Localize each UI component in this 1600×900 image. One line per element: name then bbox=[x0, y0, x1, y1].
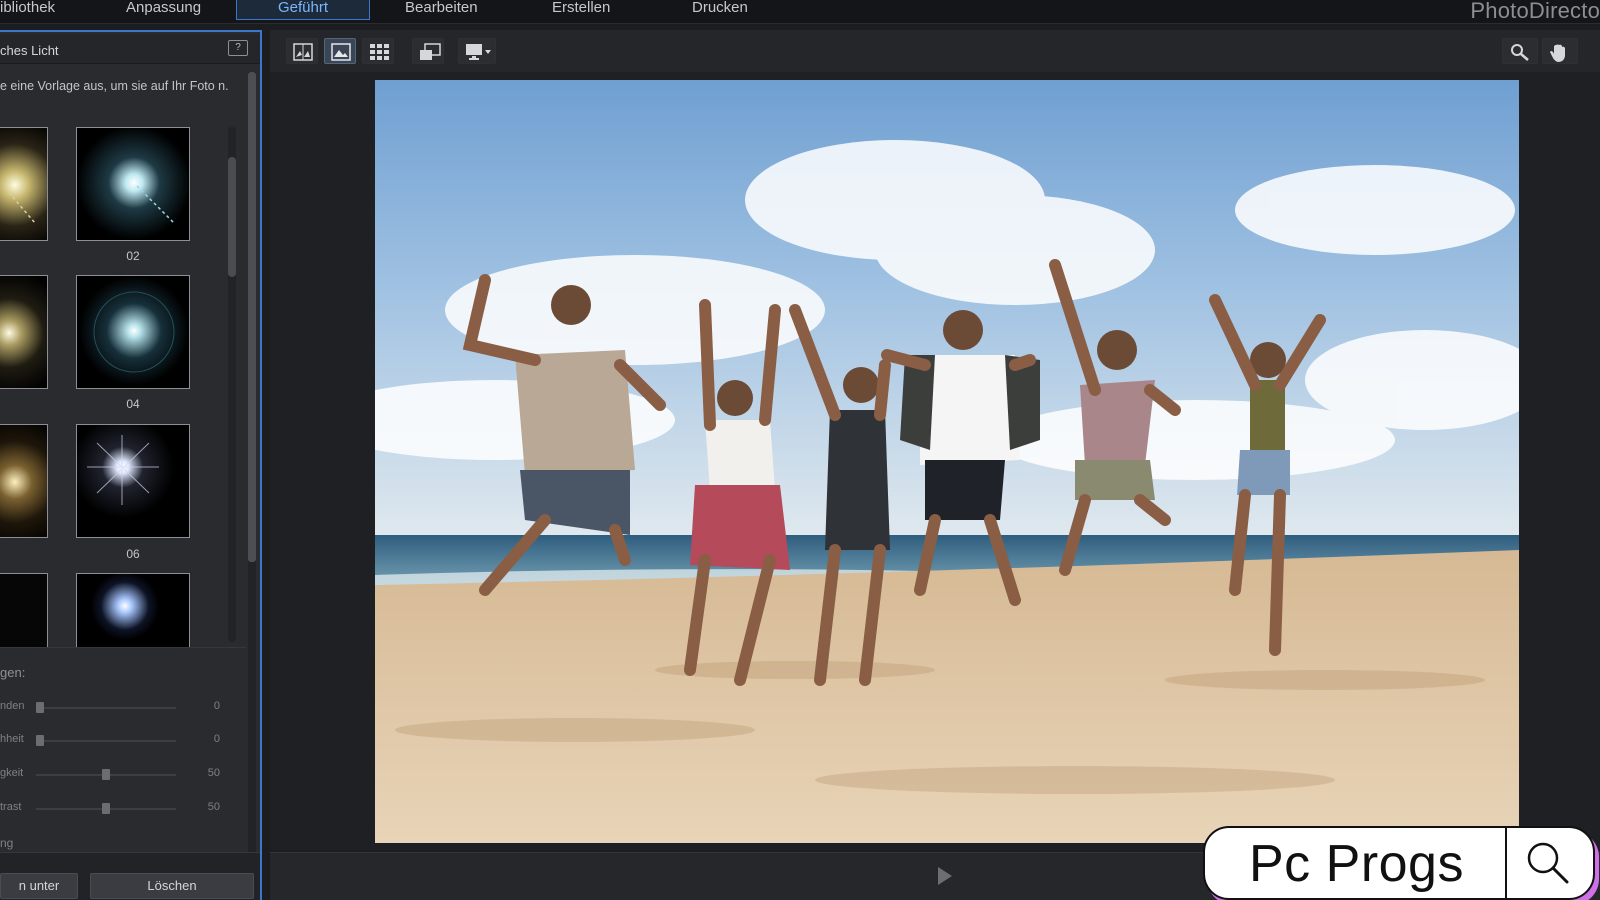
light-flare-icon bbox=[77, 425, 189, 537]
panel-title: ches Licht bbox=[0, 43, 59, 58]
menu-erstellen[interactable]: Erstellen bbox=[552, 0, 632, 20]
slider-label-2: hheit bbox=[0, 733, 24, 745]
hand-pan-icon bbox=[1550, 44, 1565, 62]
slider-row-2: hheit 0 bbox=[0, 731, 246, 751]
adjustments-footer: ng bbox=[0, 836, 14, 850]
help-icon[interactable]: ? bbox=[228, 40, 248, 56]
zoom-button[interactable] bbox=[1502, 38, 1538, 64]
slider-label-3: gkeit bbox=[0, 767, 24, 779]
light-flare-icon bbox=[77, 128, 189, 240]
pc-progs-search-banner: Pc Progs bbox=[1203, 826, 1595, 900]
save-as-button[interactable]: n unter bbox=[0, 873, 78, 899]
compare-view-icon bbox=[293, 43, 313, 61]
gallery-scrollbar-thumb[interactable] bbox=[228, 157, 236, 277]
menu-bibliothek[interactable]: ibliothek bbox=[0, 0, 70, 20]
menu-gefuehrt[interactable]: Geführt bbox=[236, 0, 370, 20]
panel-scrollbar-thumb[interactable] bbox=[248, 72, 256, 562]
template-gallery: 02 04 06 bbox=[0, 127, 238, 647]
slider-knob-1[interactable] bbox=[36, 702, 44, 713]
monitor-menu-icon bbox=[466, 44, 491, 60]
template-label-06: 06 bbox=[126, 547, 140, 561]
light-flare-icon bbox=[0, 574, 47, 647]
slider-value-2: 0 bbox=[213, 733, 220, 745]
panel-scrollbar[interactable] bbox=[248, 72, 256, 862]
slider-knob-4[interactable] bbox=[102, 803, 110, 814]
grid-view-button[interactable] bbox=[362, 38, 394, 64]
slider-label-4: trast bbox=[0, 801, 22, 813]
photo-canvas[interactable] bbox=[270, 72, 1600, 850]
photo-image bbox=[375, 80, 1519, 843]
menu-drucken[interactable]: Drucken bbox=[692, 0, 772, 20]
app-brand: PhotoDirecto bbox=[1470, 0, 1600, 23]
slider-row-1: nden 0 bbox=[0, 698, 246, 718]
hand-pan-button[interactable] bbox=[1542, 38, 1578, 64]
slider-value-3: 50 bbox=[207, 767, 220, 779]
light-flare-icon bbox=[0, 276, 47, 388]
slider-row-3: gkeit 50 bbox=[0, 765, 246, 785]
single-view-icon bbox=[331, 43, 351, 61]
slider-value-4: 50 bbox=[207, 801, 220, 813]
light-flare-icon bbox=[0, 128, 47, 240]
slider-label-1: nden bbox=[0, 700, 25, 712]
slider-row-4: trast 50 bbox=[0, 799, 246, 819]
light-flare-icon bbox=[77, 574, 189, 647]
template-label-02: 02 bbox=[126, 249, 140, 263]
grid-view-icon bbox=[370, 44, 389, 60]
light-flare-icon bbox=[0, 425, 47, 537]
slider-track-2[interactable] bbox=[36, 735, 176, 746]
panel-header: ches Licht ? bbox=[0, 34, 260, 64]
adjustments-heading: gen: bbox=[0, 665, 26, 680]
slider-knob-3[interactable] bbox=[102, 769, 110, 780]
slider-value-1: 0 bbox=[213, 700, 220, 712]
slider-track-4[interactable] bbox=[36, 803, 176, 814]
slider-knob-2[interactable] bbox=[36, 735, 44, 746]
template-thumb-08[interactable] bbox=[76, 573, 190, 647]
template-thumb-01[interactable] bbox=[0, 127, 48, 241]
template-thumb-07[interactable] bbox=[0, 573, 48, 647]
template-thumb-06[interactable] bbox=[76, 424, 190, 538]
single-view-button[interactable] bbox=[324, 38, 356, 64]
template-thumb-03[interactable] bbox=[0, 275, 48, 389]
search-icon bbox=[1527, 842, 1569, 884]
template-thumb-02[interactable] bbox=[76, 127, 190, 241]
slider-track-1[interactable] bbox=[36, 702, 176, 713]
gallery-scrollbar[interactable] bbox=[228, 127, 236, 642]
light-flare-icon bbox=[77, 276, 189, 388]
compare-view-button[interactable] bbox=[286, 38, 318, 64]
banner-divider bbox=[1505, 828, 1507, 898]
menu-bearbeiten[interactable]: Bearbeiten bbox=[405, 0, 495, 20]
slider-track-3[interactable] bbox=[36, 769, 176, 780]
banner-text: Pc Progs bbox=[1249, 835, 1464, 893]
resize-window-icon bbox=[420, 43, 441, 60]
beach-photo bbox=[375, 80, 1519, 843]
monitor-menu-button[interactable] bbox=[458, 38, 496, 64]
zoom-icon bbox=[1511, 44, 1529, 61]
menu-anpassung[interactable]: Anpassung bbox=[126, 0, 216, 20]
panel-button-bar: n unter Löschen bbox=[0, 852, 260, 900]
template-thumb-04[interactable] bbox=[76, 275, 190, 389]
delete-button[interactable]: Löschen bbox=[90, 873, 254, 899]
view-toolbar bbox=[270, 30, 1600, 72]
resize-window-button[interactable] bbox=[412, 38, 444, 64]
play-icon[interactable] bbox=[938, 867, 952, 885]
panel-instructions: e eine Vorlage aus, um sie auf Ihr Foto … bbox=[0, 79, 229, 93]
photodirector-window: ibliothek Anpassung Geführt Bearbeiten E… bbox=[0, 0, 1600, 900]
main-menu-bar: ibliothek Anpassung Geführt Bearbeiten E… bbox=[0, 0, 1600, 24]
adjustments-section: gen: nden 0 hheit 0 gkeit 50 trast 50 ng bbox=[0, 647, 246, 850]
template-thumb-05[interactable] bbox=[0, 424, 48, 538]
guided-panel: ches Licht ? e eine Vorlage aus, um sie … bbox=[0, 30, 262, 900]
template-label-04: 04 bbox=[126, 397, 140, 411]
